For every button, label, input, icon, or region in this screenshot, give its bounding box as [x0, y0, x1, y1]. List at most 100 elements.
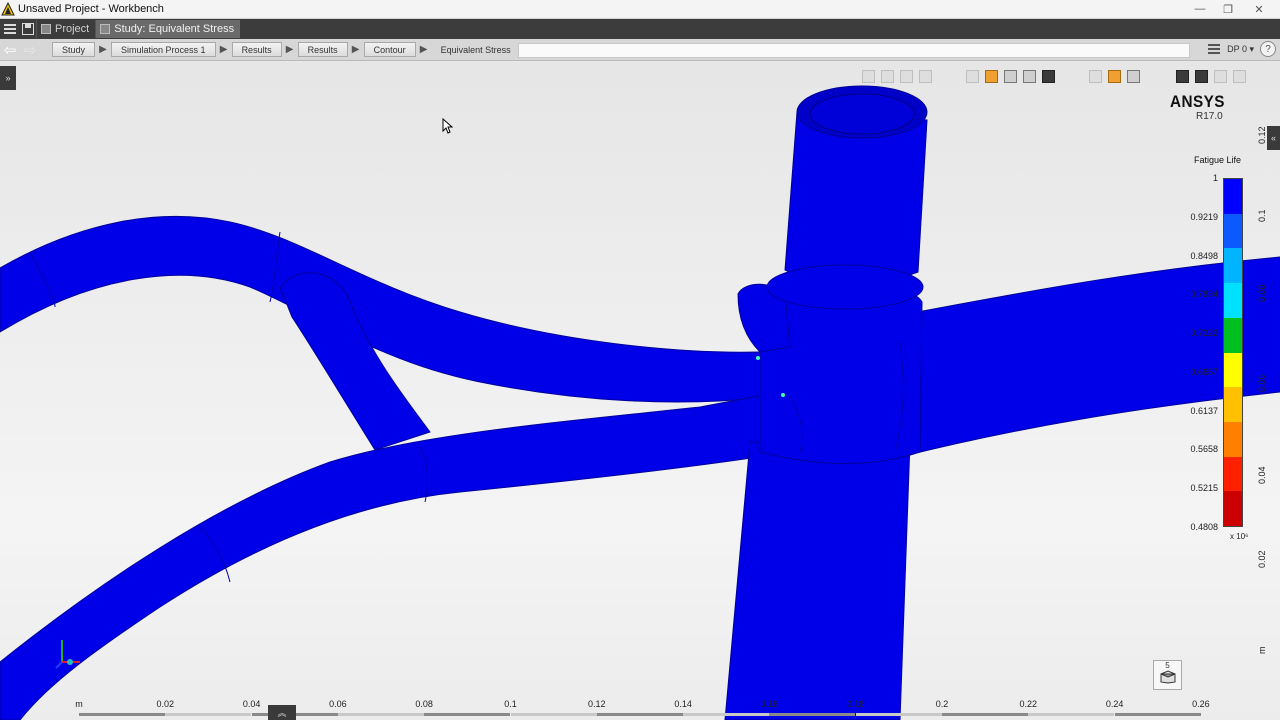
ruler-label: 0.06 — [329, 699, 347, 709]
view-icon[interactable] — [1212, 68, 1229, 85]
breadcrumb-tools: DP 0 ▾ ? — [1207, 41, 1276, 57]
ruler-label: 0.02 — [156, 699, 175, 709]
ruler-label: 0.14 — [674, 699, 692, 709]
view-icon[interactable] — [917, 68, 934, 85]
tab-study-label: Study: Equivalent Stress — [114, 23, 235, 35]
bicycle-frame-model — [0, 85, 1280, 720]
ruler-label: 0.1 — [504, 699, 517, 709]
ruler-segment — [1114, 713, 1201, 716]
legend-band — [1224, 387, 1242, 422]
view-toolbar-4 — [1174, 68, 1248, 85]
saved-view-count: 5 — [1165, 661, 1170, 670]
help-icon[interactable]: ? — [1260, 41, 1276, 57]
legend-label: 0.9219 — [1190, 211, 1218, 222]
right-scale-label: 0.04 — [1257, 466, 1267, 484]
right-scale-label: 0.1 — [1257, 209, 1267, 222]
select-face-icon[interactable] — [983, 68, 1000, 85]
title-bar: Unsaved Project - Workbench — ❐ ✕ — [0, 0, 1280, 19]
forward-arrow-icon[interactable]: ⇨ — [20, 40, 40, 60]
expand-left-panel-button[interactable]: » — [0, 66, 16, 90]
legend-label: 0.4808 — [1190, 522, 1218, 532]
tab-project-label: Project — [55, 23, 90, 35]
legend-label: 0.5215 — [1190, 483, 1218, 494]
view-icon[interactable] — [1231, 68, 1248, 85]
select-icon[interactable] — [964, 68, 981, 85]
ansys-logo-icon — [1, 2, 15, 16]
breadcrumb-simulation-process[interactable]: Simulation Process 1 — [111, 42, 216, 57]
ruler-segment — [79, 713, 165, 716]
breadcrumb-results-1[interactable]: Results — [231, 42, 282, 57]
breadcrumb-study[interactable]: Study — [52, 42, 96, 57]
view-icon[interactable] — [879, 68, 896, 85]
chevron-right-icon: ▶ — [219, 44, 228, 55]
ruler-label: 0.26 — [1192, 699, 1210, 709]
right-scale-label: 0.06 — [1257, 374, 1267, 392]
grid-icon[interactable] — [1106, 68, 1123, 85]
expand-right-panel-button[interactable]: « — [1267, 126, 1280, 150]
maximize-button[interactable]: ❐ — [1216, 1, 1240, 17]
saved-view-button[interactable]: 5 — [1153, 660, 1182, 690]
breadcrumb-equivalent-stress: Equivalent Stress — [440, 44, 511, 55]
ruler-label: 0.04 — [242, 699, 261, 709]
ruler-segment — [855, 713, 942, 716]
legend-band — [1224, 456, 1242, 492]
ruler-label: 0.12 — [588, 699, 606, 709]
legend-title: Fatigue Life — [1194, 155, 1242, 165]
ruler-label: 0.24 — [1105, 699, 1124, 709]
view-toolbar-3 — [1087, 68, 1142, 85]
lighting-icon[interactable] — [1174, 68, 1191, 85]
close-button[interactable]: ✕ — [1244, 1, 1274, 17]
study-icon — [100, 24, 111, 34]
menu-icon[interactable] — [2, 21, 18, 37]
ruler-segment — [337, 713, 424, 716]
select-body-icon[interactable] — [1021, 68, 1038, 85]
legend-label: 0.6657 — [1190, 366, 1218, 377]
save-icon[interactable] — [20, 21, 36, 37]
legend-band — [1224, 283, 1242, 318]
breadcrumb-bar: ⇦ ⇨ Study ▶ Simulation Process 1 ▶ Resul… — [0, 39, 1280, 61]
tab-bar: Project Study: Equivalent Stress — [0, 19, 1280, 39]
ansys-name: ANSYS — [1170, 92, 1225, 111]
view-icon[interactable] — [860, 68, 877, 85]
right-scale-label: 0.12 — [1257, 126, 1267, 144]
legend-label: 0.7834 — [1190, 289, 1218, 300]
ruler-label: 0.18 — [846, 699, 865, 709]
legend-label: 0.7222 — [1190, 328, 1218, 339]
back-arrow-icon[interactable]: ⇦ — [0, 40, 20, 60]
collapse-bottom-panel-button[interactable]: ︽ — [268, 705, 296, 720]
select-all-icon[interactable] — [1040, 68, 1057, 85]
tab-study[interactable]: Study: Equivalent Stress — [95, 20, 241, 38]
breadcrumb-field — [518, 43, 1190, 58]
chevron-right-icon: ▶ — [419, 44, 428, 55]
view-cube-icon — [1160, 670, 1175, 684]
ruler-label: 0.2 — [935, 699, 949, 709]
legend-band — [1224, 317, 1242, 353]
window-title: Unsaved Project - Workbench — [18, 3, 164, 15]
view-icon[interactable] — [898, 68, 915, 85]
breadcrumb-results-2[interactable]: Results — [297, 42, 348, 57]
right-scale-label: 0.02 — [1257, 550, 1267, 568]
ruler-segment — [596, 713, 683, 716]
legend-band — [1224, 491, 1242, 527]
select-edge-icon[interactable] — [1002, 68, 1019, 85]
ruler-label: 0.16 — [760, 699, 779, 709]
ruler-segment — [942, 713, 1028, 716]
legend-color-bar[interactable] — [1223, 178, 1243, 527]
display-style-icon[interactable] — [1193, 68, 1210, 85]
legend-label: 0.6137 — [1190, 405, 1218, 416]
design-point-select[interactable]: DP 0 ▾ — [1227, 44, 1254, 55]
window-controls: — ❐ ✕ — [1188, 1, 1274, 17]
zoom-icon[interactable] — [1087, 68, 1104, 85]
tab-project[interactable]: Project — [36, 20, 95, 38]
ruler-segment — [510, 713, 597, 716]
legend-exponent: x 10⁶ — [1230, 532, 1249, 541]
ruler-segment — [424, 713, 511, 716]
breadcrumb-contour[interactable]: Contour — [363, 42, 416, 57]
right-scale-label: m — [1257, 646, 1267, 655]
ruler-segment — [769, 713, 856, 716]
legend-label: 0.5658 — [1190, 444, 1218, 455]
graphics-viewport[interactable]: » « ANSYS R17.0 Fatigue Life 1 0.9219 0.84… — [0, 62, 1280, 720]
parameters-icon[interactable] — [1207, 42, 1221, 56]
minimize-button[interactable]: — — [1188, 1, 1212, 17]
zoom-fit-icon[interactable] — [1125, 68, 1142, 85]
